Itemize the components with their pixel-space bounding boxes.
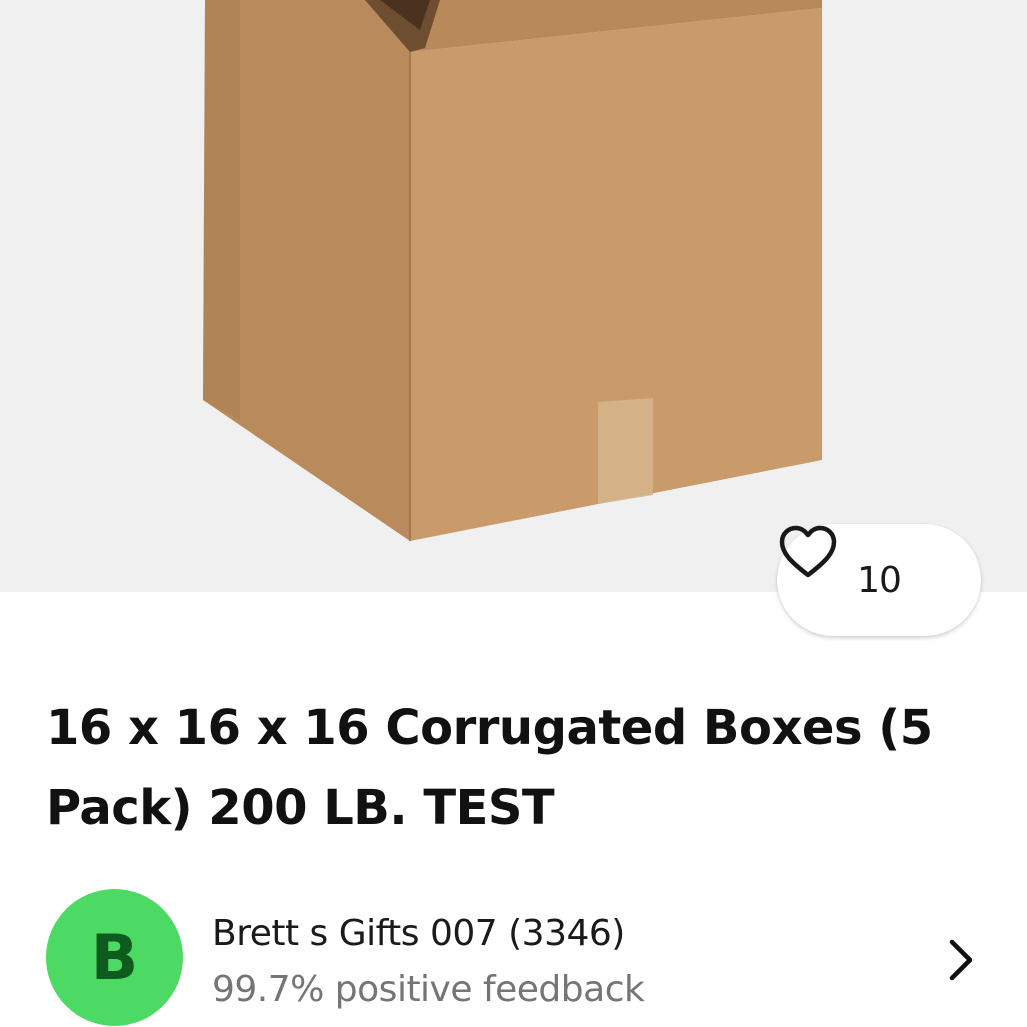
heart-icon bbox=[779, 525, 837, 578]
seller-avatar: B bbox=[46, 889, 183, 1026]
avatar-letter: B bbox=[90, 921, 139, 994]
watch-count: 10 bbox=[857, 559, 902, 601]
seller-name: Brett s Gifts 007 (3346) bbox=[212, 913, 625, 954]
seller-feedback: 99.7% positive feedback bbox=[212, 969, 645, 1010]
seller-info-row[interactable]: B Brett s Gifts 007 (3346) 99.7% positiv… bbox=[0, 880, 1027, 1027]
product-title: 16 x 16 x 16 Corrugated Boxes (5 Pack) 2… bbox=[46, 700, 933, 836]
chevron-right-icon[interactable] bbox=[944, 936, 978, 984]
listing-page: 10 16 x 16 x 16 Corrugated Boxes (5 Pack… bbox=[0, 0, 1027, 1027]
product-image[interactable]: 10 bbox=[0, 0, 1027, 636]
watch-button[interactable]: 10 bbox=[777, 524, 981, 636]
box-tape bbox=[598, 398, 653, 504]
cardboard-box-photo bbox=[203, 0, 822, 541]
